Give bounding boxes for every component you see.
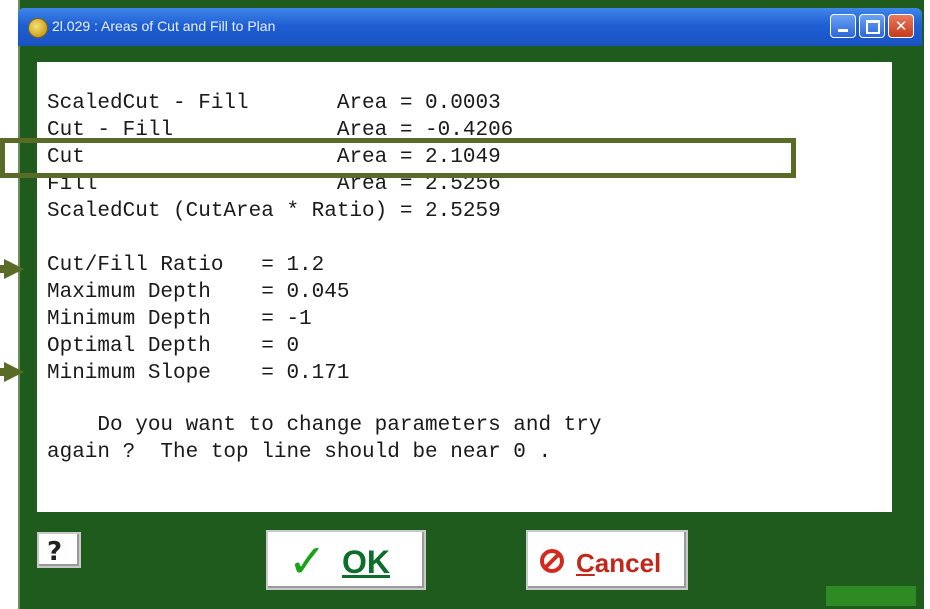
close-button[interactable]: ✕ (888, 14, 914, 38)
window-title: 2l.029 : Areas of Cut and Fill to Plan (52, 18, 276, 34)
cancel-label: Cancel (576, 548, 662, 578)
message-panel: ScaledCut - Fill Area = 0.0003 Cut - Fil… (37, 62, 892, 512)
arrow-ratio-icon (4, 259, 24, 279)
app-icon (28, 18, 48, 38)
prompt-question: Do you want to change parameters and try… (47, 414, 602, 464)
status-strip (826, 586, 916, 606)
cancel-icon (540, 549, 564, 573)
cut-row-highlight (0, 138, 796, 178)
minimize-button[interactable] (830, 14, 856, 38)
check-icon: ✓ (288, 534, 327, 588)
close-icon: ✕ (894, 17, 908, 35)
ok-label: OK (342, 544, 390, 580)
help-icon: ? (47, 537, 63, 567)
parameter-list: Cut/Fill Ratio = 1.2 Maximum Depth = 0.0… (47, 254, 350, 385)
arrow-slope-icon (4, 362, 24, 382)
maximize-button[interactable] (859, 14, 885, 38)
ok-button[interactable]: ✓ OK (266, 530, 426, 590)
help-button[interactable]: ? (37, 532, 81, 568)
cancel-button[interactable]: Cancel (526, 530, 688, 590)
title-bar[interactable]: 2l.029 : Areas of Cut and Fill to Plan ✕ (18, 8, 922, 46)
